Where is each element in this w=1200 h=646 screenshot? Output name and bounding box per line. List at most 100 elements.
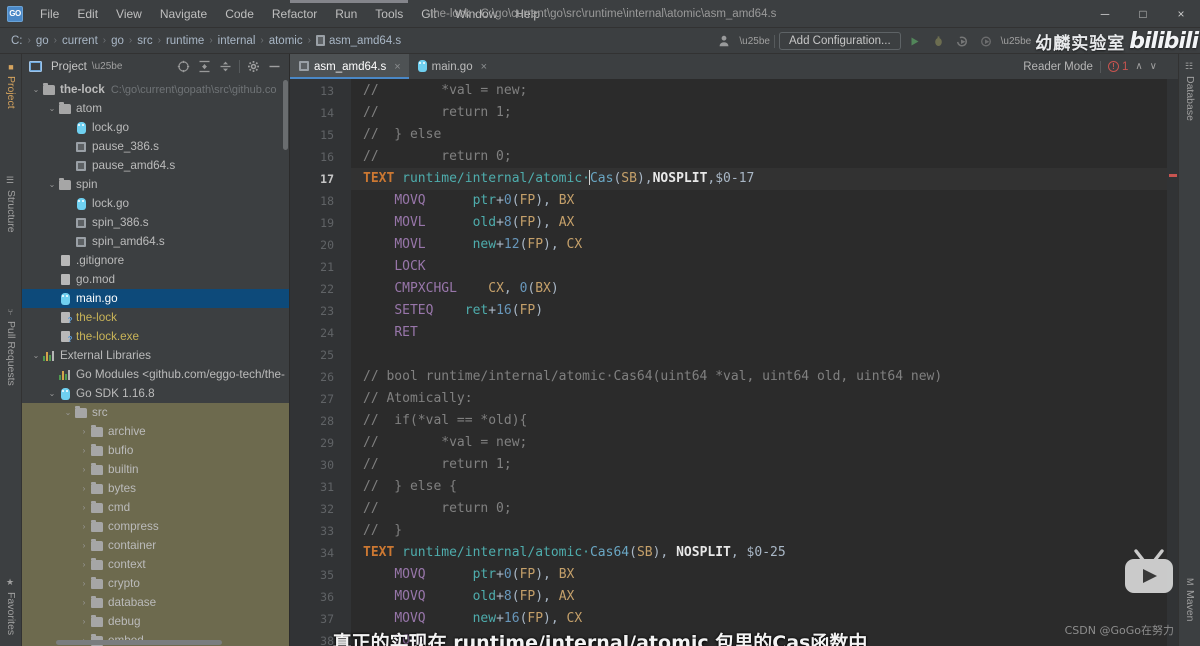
breadcrumb-item-5[interactable]: runtime bbox=[162, 34, 208, 48]
breadcrumb-item-2[interactable]: current bbox=[58, 34, 102, 48]
code-line[interactable] bbox=[351, 344, 1167, 366]
line-number[interactable]: 30 bbox=[290, 454, 334, 476]
add-configuration-button[interactable]: Add Configuration... bbox=[779, 32, 901, 50]
line-number[interactable]: 19 bbox=[290, 212, 334, 234]
debug-icon[interactable] bbox=[929, 31, 949, 51]
reader-mode-button[interactable]: Reader Mode bbox=[1023, 61, 1093, 73]
line-number[interactable]: 18 bbox=[290, 190, 334, 212]
tree-row[interactable]: › archive bbox=[22, 422, 289, 441]
tree-row[interactable]: · .gitignore bbox=[22, 251, 289, 270]
code-line[interactable]: MOVL new+12(FP), CX bbox=[351, 234, 1167, 256]
code-line[interactable]: MOVQ new+16(FP), CX bbox=[351, 608, 1167, 630]
line-number[interactable]: 31 bbox=[290, 476, 334, 498]
tree-row[interactable]: · main.go bbox=[22, 289, 289, 308]
breadcrumb-item-7[interactable]: atomic bbox=[265, 34, 307, 48]
breadcrumb-item-4[interactable]: src bbox=[133, 34, 156, 48]
profiler-icon[interactable] bbox=[977, 31, 997, 51]
line-number[interactable]: 21 bbox=[290, 256, 334, 278]
line-number[interactable]: 36 bbox=[290, 586, 334, 608]
editor-tab-main-go[interactable]: main.go × bbox=[409, 54, 495, 79]
line-number[interactable]: 24 bbox=[290, 322, 334, 344]
menu-navigate[interactable]: Navigate bbox=[151, 4, 216, 24]
tree-row[interactable]: › database bbox=[22, 593, 289, 612]
tree-row[interactable]: ⌄ External Libraries bbox=[22, 346, 289, 365]
tree-row[interactable]: · lock.go bbox=[22, 194, 289, 213]
menu-view[interactable]: View bbox=[107, 4, 151, 24]
tree-row[interactable]: ⌄ spin bbox=[22, 175, 289, 194]
code-line[interactable]: MOVQ old+8(FP), AX bbox=[351, 586, 1167, 608]
code-line[interactable]: // return 0; bbox=[351, 498, 1167, 520]
tree-row[interactable]: · spin_amd64.s bbox=[22, 232, 289, 251]
editor-tab-asm-amd64-s[interactable]: asm_amd64.s × bbox=[290, 54, 409, 79]
menu-tools[interactable]: Tools bbox=[366, 4, 412, 24]
expand-all-icon[interactable] bbox=[197, 59, 212, 74]
code-line[interactable]: TEXT runtime∕internal∕atomic·Cas64(SB), … bbox=[351, 542, 1167, 564]
code-line[interactable]: CMPXCHGL CX, 0(BX) bbox=[351, 278, 1167, 300]
code-line[interactable]: // *val = new; bbox=[351, 432, 1167, 454]
code-line[interactable]: // } else { bbox=[351, 476, 1167, 498]
tool-button-pull-requests[interactable]: ⑂ Pull Requests bbox=[0, 304, 22, 390]
line-number[interactable]: 37 bbox=[290, 608, 334, 630]
line-number[interactable]: 15 bbox=[290, 124, 334, 146]
menu-refactor[interactable]: Refactor bbox=[263, 4, 326, 24]
code-line[interactable]: MOVQ ptr+0(FP), BX bbox=[351, 564, 1167, 586]
tree-row[interactable]: › context bbox=[22, 555, 289, 574]
line-number[interactable]: 17 bbox=[290, 168, 334, 190]
tree-row[interactable]: › container bbox=[22, 536, 289, 555]
breadcrumb-item-8[interactable]: asm_amd64.s bbox=[312, 34, 405, 48]
project-vertical-scrollbar[interactable] bbox=[283, 80, 288, 150]
chevron-down-icon[interactable]: ⌄ bbox=[30, 351, 42, 360]
chevron-down-icon[interactable]: ⌄ bbox=[46, 104, 58, 113]
error-count-badge[interactable]: ! 1 bbox=[1107, 61, 1128, 73]
tree-row[interactable]: · spin_386.s bbox=[22, 213, 289, 232]
chevron-right-icon[interactable]: › bbox=[78, 465, 90, 474]
code-line[interactable]: // *val = new; bbox=[351, 80, 1167, 102]
code-line[interactable]: // } bbox=[351, 520, 1167, 542]
tree-row[interactable]: ⌄ the-lock C:\go\current\gopath\src\github… bbox=[22, 80, 289, 99]
breadcrumb-item-6[interactable]: internal bbox=[214, 34, 260, 48]
line-number[interactable]: 38 bbox=[290, 630, 334, 646]
chevron-right-icon[interactable]: › bbox=[78, 579, 90, 588]
code-line[interactable]: // return 1; bbox=[351, 454, 1167, 476]
tree-row[interactable]: › builtin bbox=[22, 460, 289, 479]
code-folding-column[interactable] bbox=[342, 79, 351, 646]
line-number[interactable]: 13 bbox=[290, 80, 334, 102]
user-dropdown-chevron-icon[interactable]: \u25be bbox=[739, 36, 770, 47]
menu-run[interactable]: Run bbox=[326, 4, 366, 24]
line-number[interactable]: 20 bbox=[290, 234, 334, 256]
tool-button-database[interactable]: ☷ Database bbox=[1179, 58, 1200, 125]
run-dropdown-chevron-icon[interactable]: \u25be bbox=[1001, 36, 1032, 47]
previous-problem-icon[interactable]: ∧ bbox=[1135, 61, 1142, 72]
chevron-right-icon[interactable]: › bbox=[78, 598, 90, 607]
code-line[interactable]: // return 1; bbox=[351, 102, 1167, 124]
line-number[interactable]: 22 bbox=[290, 278, 334, 300]
code-line[interactable]: SETEQ ret+16(FP) bbox=[351, 300, 1167, 322]
line-number[interactable]: 33 bbox=[290, 520, 334, 542]
line-number[interactable]: 27 bbox=[290, 388, 334, 410]
project-horizontal-scrollbar[interactable] bbox=[56, 640, 222, 645]
code-line[interactable]: RET bbox=[351, 322, 1167, 344]
code-line[interactable]: LOCK bbox=[351, 630, 1167, 646]
tree-row[interactable]: › cmd bbox=[22, 498, 289, 517]
code-line[interactable]: // return 0; bbox=[351, 146, 1167, 168]
code-line[interactable]: // Atomically: bbox=[351, 388, 1167, 410]
line-number[interactable]: 16 bbox=[290, 146, 334, 168]
line-number[interactable]: 14 bbox=[290, 102, 334, 124]
line-number[interactable]: 34 bbox=[290, 542, 334, 564]
run-coverage-icon[interactable] bbox=[953, 31, 973, 51]
chevron-right-icon[interactable]: › bbox=[78, 484, 90, 493]
code-line[interactable]: // bool runtime∕internal∕atomic·Cas64(ui… bbox=[351, 366, 1167, 388]
tree-row[interactable]: ⌄ src bbox=[22, 403, 289, 422]
breadcrumb-item-3[interactable]: go bbox=[107, 34, 128, 48]
breadcrumb-item-1[interactable]: go bbox=[32, 34, 53, 48]
next-problem-icon[interactable]: ∨ bbox=[1150, 61, 1157, 72]
chevron-down-icon[interactable]: ⌄ bbox=[62, 408, 74, 417]
breadcrumb-item-0[interactable]: C: bbox=[7, 34, 27, 48]
run-icon[interactable] bbox=[905, 31, 925, 51]
tool-button-project[interactable]: ■ Project bbox=[0, 58, 22, 113]
line-number[interactable]: 32 bbox=[290, 498, 334, 520]
code-line[interactable]: // if(*val == *old){ bbox=[351, 410, 1167, 432]
tree-row[interactable]: › compress bbox=[22, 517, 289, 536]
gear-icon[interactable] bbox=[246, 59, 261, 74]
line-number[interactable]: 25 bbox=[290, 344, 334, 366]
